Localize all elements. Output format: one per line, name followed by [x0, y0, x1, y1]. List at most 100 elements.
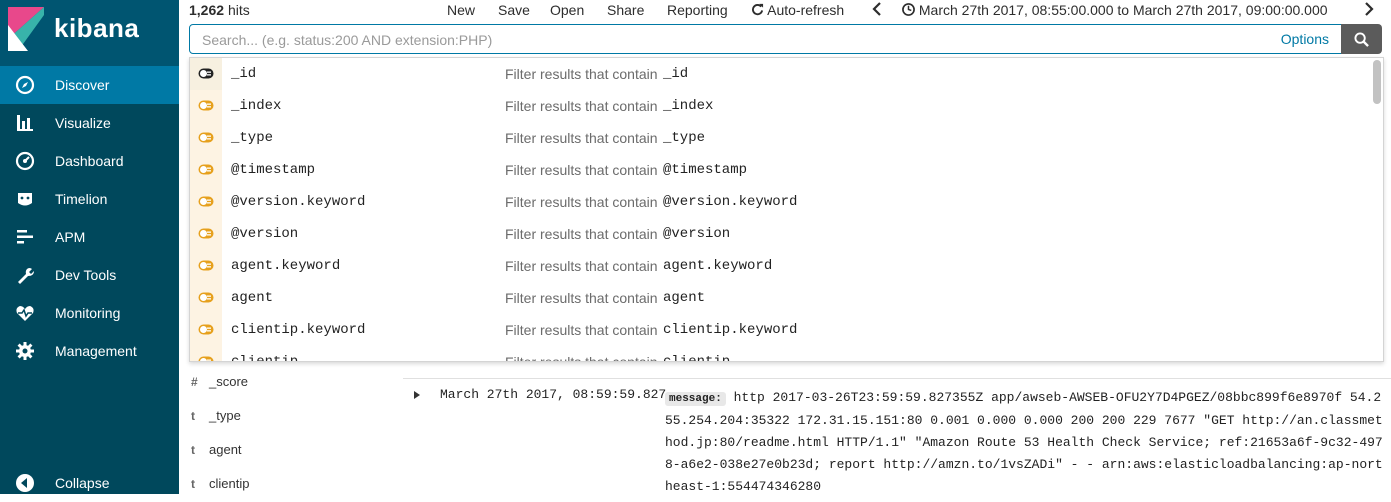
search-button[interactable]	[1341, 24, 1382, 54]
document-source: message: http 2017-03-26T23:59:59.827355…	[665, 387, 1387, 498]
heartbeat-icon	[15, 303, 35, 323]
time-back-button[interactable]	[872, 2, 882, 19]
suggestion-field-name: clientip.keyword	[231, 322, 366, 338]
chevron-right-icon	[1365, 2, 1374, 16]
field-item[interactable]: _type	[209, 408, 241, 423]
suggestion-field-name: agent	[231, 290, 274, 306]
suggestion-description: Filter results that contain	[505, 162, 658, 178]
field-icon	[198, 164, 214, 175]
suggestion-description-field: _id	[663, 66, 689, 82]
field-type-string-icon: t	[191, 443, 195, 457]
collapse-icon	[15, 473, 35, 493]
suggestion-field-name: @version	[231, 226, 299, 242]
suggestion-item[interactable]: agent Filter results that contain agent	[190, 282, 1370, 314]
sidebar-item-label: Management	[55, 343, 137, 359]
document-time: March 27th 2017, 08:59:59.827	[440, 387, 667, 402]
field-icon	[198, 132, 214, 143]
wrench-icon	[15, 265, 35, 285]
collapse-label: Collapse	[55, 475, 110, 491]
suggestion-item[interactable]: @version.keyword Filter results that cont…	[190, 186, 1370, 218]
brand-name: kibana	[54, 13, 140, 43]
sidebar-item-monitoring[interactable]: Monitoring	[0, 294, 179, 332]
sidebar-item-visualize[interactable]: Visualize	[0, 104, 179, 142]
refresh-icon	[752, 3, 764, 16]
sidebar-item-label: Visualize	[55, 115, 111, 131]
suggestion-item[interactable]: agent.keyword Filter results that contain…	[190, 250, 1370, 282]
field-item[interactable]: agent	[209, 442, 242, 457]
suggestion-description: Filter results that contain	[505, 66, 658, 82]
clock-icon	[902, 3, 915, 16]
suggestion-type-cell	[190, 90, 222, 122]
field-icon	[198, 292, 214, 303]
dropdown-scrollbar[interactable]	[1373, 60, 1381, 104]
dashboard-icon	[15, 151, 35, 171]
search-icon	[1354, 31, 1369, 47]
field-icon	[198, 196, 214, 207]
sidebar-item-discover[interactable]: Discover	[0, 66, 179, 104]
sidebar-item-apm[interactable]: APM	[0, 218, 179, 256]
suggestion-item[interactable]: clientip.keyword Filter results that cont…	[190, 314, 1370, 346]
time-forward-button[interactable]	[1364, 2, 1374, 19]
suggestion-type-cell	[190, 282, 222, 314]
suggestion-description-field: agent.keyword	[663, 258, 773, 274]
time-picker-button[interactable]: March 27th 2017, 08:55:00.000 to March 2…	[902, 2, 1328, 18]
suggestion-description-field: clientip	[663, 354, 731, 362]
timelion-icon	[15, 189, 35, 209]
share-button[interactable]: Share	[607, 2, 644, 18]
gear-icon	[15, 341, 35, 361]
field-icon	[198, 228, 214, 239]
suggestion-field-name: _type	[231, 130, 274, 146]
auto-refresh-button[interactable]: Auto-refresh	[751, 2, 844, 18]
options-link[interactable]: Options	[1281, 31, 1329, 47]
suggestion-type-cell	[190, 346, 222, 361]
suggestion-description-field: _type	[663, 130, 706, 146]
field-icon	[198, 324, 214, 335]
suggestion-item[interactable]: _id Filter results that contain _id	[190, 58, 1370, 90]
save-button[interactable]: Save	[498, 2, 530, 18]
bar-chart-icon	[15, 113, 35, 133]
reporting-button[interactable]: Reporting	[667, 2, 728, 18]
suggestion-description-field: _index	[663, 98, 714, 114]
sidebar-item-management[interactable]: Management	[0, 332, 179, 370]
search-input[interactable]	[200, 29, 1204, 51]
suggestion-description: Filter results that contain	[505, 130, 658, 146]
suggestion-field-name: @version.keyword	[231, 194, 366, 210]
message-label: message:	[665, 392, 726, 406]
field-type-string-icon: t	[191, 477, 195, 491]
open-button[interactable]: Open	[550, 2, 584, 18]
field-item[interactable]: _score	[209, 374, 248, 389]
new-button[interactable]: New	[447, 2, 475, 18]
suggestion-description-field: @version.keyword	[663, 194, 798, 210]
search-box: Options	[189, 24, 1342, 54]
sidebar-item-timelion[interactable]: Timelion	[0, 180, 179, 218]
suggestion-field-name: _index	[231, 98, 282, 114]
field-item[interactable]: clientip	[209, 476, 249, 491]
suggestion-item[interactable]: _index Filter results that contain _index	[190, 90, 1370, 122]
sidebar-item-dashboard[interactable]: Dashboard	[0, 142, 179, 180]
collapse-button[interactable]: Collapse	[0, 464, 179, 502]
autocomplete-dropdown: _id Filter results that contain _id _index F…	[189, 57, 1384, 362]
kibana-logo[interactable]: kibana	[0, 0, 179, 66]
field-type-string-icon: t	[191, 409, 195, 423]
sidebar-item-label: Dashboard	[55, 153, 124, 169]
suggestion-description: Filter results that contain	[505, 194, 658, 210]
suggestion-description: Filter results that contain	[505, 354, 658, 362]
query-bar: Options	[189, 24, 1382, 54]
suggestion-item[interactable]: clientip Filter results that contain clien…	[190, 346, 1370, 362]
suggestion-type-cell	[190, 58, 222, 90]
suggestion-type-cell	[190, 218, 222, 250]
suggestion-item[interactable]: _type Filter results that contain _type	[190, 122, 1370, 154]
suggestion-description: Filter results that contain	[505, 258, 658, 274]
expand-caret-icon[interactable]	[414, 391, 420, 399]
field-icon	[198, 68, 214, 79]
suggestion-type-cell	[190, 314, 222, 346]
suggestion-item[interactable]: @timestamp Filter results that contain @ti…	[190, 154, 1370, 186]
hits-count: 1,262 hits	[189, 2, 250, 18]
document-row: March 27th 2017, 08:59:59.827 message: h…	[403, 378, 1391, 495]
field-icon	[198, 356, 214, 361]
suggestion-description-field: @timestamp	[663, 162, 748, 178]
suggestion-description: Filter results that contain	[505, 98, 658, 114]
sidebar-item-label: APM	[55, 229, 86, 245]
suggestion-item[interactable]: @version Filter results that contain @vers…	[190, 218, 1370, 250]
sidebar-item-dev-tools[interactable]: Dev Tools	[0, 256, 179, 294]
